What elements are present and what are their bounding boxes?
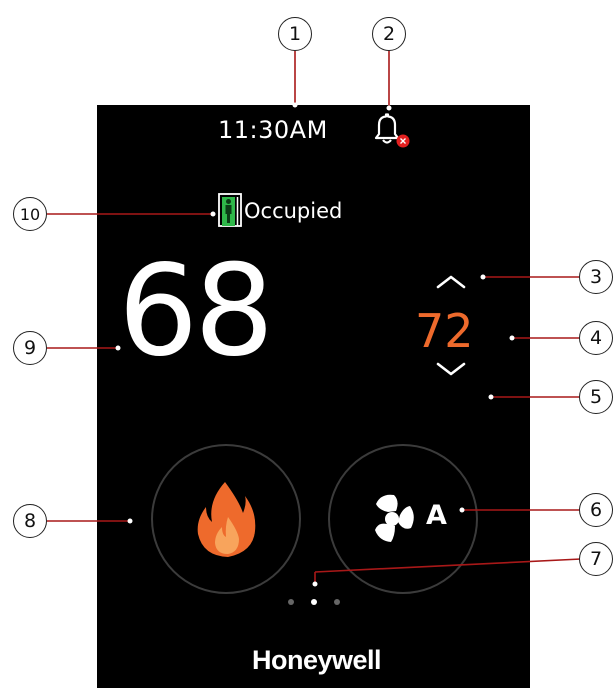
callout-8: 8 [13, 504, 47, 538]
callout-9: 9 [13, 331, 47, 365]
callout-7: 7 [579, 542, 613, 576]
callout-4: 4 [579, 321, 613, 355]
callout-10: 10 [13, 197, 47, 231]
callout-leader-lines [47, 51, 582, 587]
callout-3: 3 [579, 260, 613, 294]
callout-5: 5 [579, 380, 613, 414]
callout-6: 6 [579, 493, 613, 527]
callout-2: 2 [372, 17, 406, 51]
callout-1: 1 [278, 17, 312, 51]
